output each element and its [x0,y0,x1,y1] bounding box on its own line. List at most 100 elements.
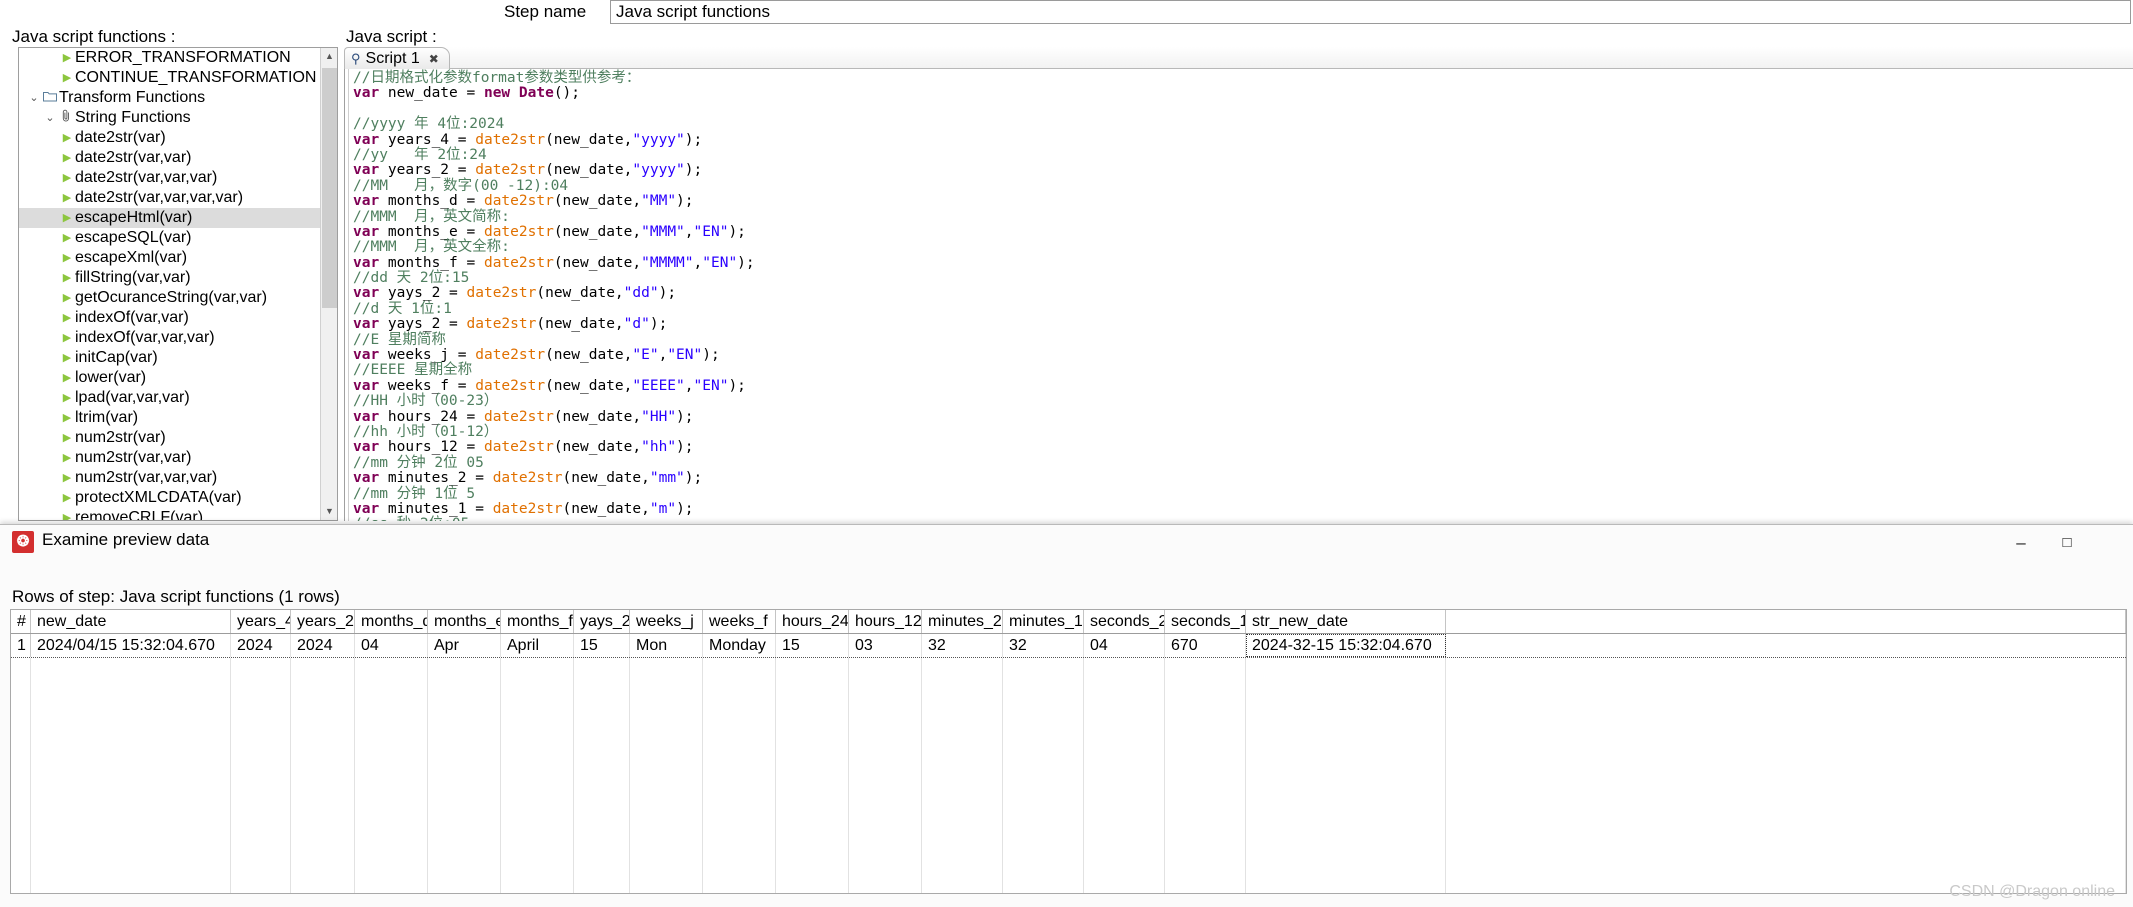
expand-arrow-icon[interactable]: ▶ [59,368,75,388]
grid-column-header[interactable]: months_d [355,610,428,633]
grid-column-header[interactable]: str_new_date [1246,610,1446,633]
table-cell[interactable]: 32 [1003,634,1084,657]
tree-item[interactable]: ▶ escapeSQL(var) [19,228,321,248]
tree-item[interactable]: ▶ lower(var) [19,368,321,388]
tree-item[interactable]: ▶ date2str(var,var,var,var) [19,188,321,208]
table-cell[interactable]: 670 [1165,634,1246,657]
tree-item[interactable]: ▶ date2str(var,var,var) [19,168,321,188]
expand-arrow-icon[interactable]: ▶ [59,148,75,168]
tree-item[interactable]: ▶ lpad(var,var,var) [19,388,321,408]
tab-script-1[interactable]: ⚲ Script 1 ✖ [344,47,450,69]
table-cell[interactable]: 03 [849,634,922,657]
expand-arrow-icon[interactable]: ▶ [59,408,75,428]
table-cell[interactable]: April [501,634,574,657]
tree-item[interactable]: ▶ num2str(var,var) [19,448,321,468]
table-cell[interactable]: 15 [776,634,849,657]
grid-body[interactable]: 1 2024/04/15 15:32:04.670 2024 2024 04 Apr Apr… [11,634,2126,893]
tree-item[interactable]: ▶ CONTINUE_TRANSFORMATION [19,68,321,88]
chevron-down-icon[interactable]: ⌄ [43,108,57,128]
expand-arrow-icon[interactable]: ▶ [59,228,75,248]
expand-arrow-icon[interactable]: ▶ [59,508,75,520]
expand-arrow-icon[interactable]: ▶ [59,128,75,148]
scroll-up-icon[interactable]: ▲ [321,48,337,65]
tree-item[interactable]: ⌄ Transform Functions [19,88,321,108]
grid-row-number-header[interactable]: # [11,610,31,633]
grid-column-header[interactable]: hours_12 [849,610,922,633]
table-row[interactable]: 1 2024/04/15 15:32:04.670 2024 2024 04 Apr Apr… [11,634,2126,658]
tree-item[interactable]: ⌄ String Functions [19,108,321,128]
expand-arrow-icon[interactable]: ▶ [59,448,75,468]
tree-item[interactable]: ▶ removeCRLF(var) [19,508,321,520]
tree-item[interactable]: ▶ num2str(var) [19,428,321,448]
expand-arrow-icon[interactable]: ▶ [59,388,75,408]
expand-arrow-icon[interactable]: ▶ [59,328,75,348]
js-functions-tree-panel[interactable]: ▶ ERROR_TRANSFORMATION ▶ CONTINUE_TRANSFORM… [18,47,338,521]
tree-item[interactable]: ▶ date2str(var,var) [19,148,321,168]
expand-arrow-icon[interactable]: ▶ [59,68,75,88]
expand-arrow-icon[interactable]: ▶ [59,348,75,368]
table-cell[interactable]: 15 [574,634,630,657]
tree-scrollbar[interactable]: ▲ ▼ [320,48,337,520]
code-editor[interactable]: //日期格式化参数format参数类型供参考： var new_date = ne… [344,69,2133,521]
grid-column-header[interactable]: months_e [428,610,501,633]
table-cell[interactable]: 2024 [291,634,355,657]
grid-column-header[interactable]: minutes_2 [922,610,1003,633]
expand-arrow-icon[interactable]: ▶ [59,488,75,508]
code-text[interactable]: //日期格式化参数format参数类型供参考： var new_date = ne… [353,70,2133,521]
expand-arrow-icon[interactable]: ▶ [59,168,75,188]
table-cell[interactable]: 32 [922,634,1003,657]
grid-column-header[interactable]: months_f [501,610,574,633]
chevron-down-icon[interactable]: ⌄ [27,88,41,108]
grid-column-header[interactable]: minutes_1 [1003,610,1084,633]
tree-item[interactable]: ▶ initCap(var) [19,348,321,368]
tree-item[interactable]: ▶ escapeHtml(var) [19,208,321,228]
table-cell[interactable]: Monday [703,634,776,657]
tree-item[interactable]: ▶ escapeXml(var) [19,248,321,268]
step-name-input[interactable] [610,0,2131,24]
tree-item[interactable]: ▶ indexOf(var,var,var) [19,328,321,348]
grid-column-header[interactable]: years_2 [291,610,355,633]
empty-cell [501,778,574,802]
js-functions-tree[interactable]: ▶ ERROR_TRANSFORMATION ▶ CONTINUE_TRANSFORM… [19,48,321,520]
tree-item[interactable]: ▶ num2str(var,var,var) [19,468,321,488]
tree-item[interactable]: ▶ indexOf(var,var) [19,308,321,328]
table-cell[interactable]: 04 [1084,634,1165,657]
tree-item[interactable]: ▶ ERROR_TRANSFORMATION [19,48,321,68]
grid-column-header[interactable]: new_date [31,610,231,633]
grid-column-header[interactable]: hours_24 [776,610,849,633]
expand-arrow-icon[interactable]: ▶ [59,308,75,328]
grid-column-header[interactable]: years_4 [231,610,291,633]
expand-arrow-icon[interactable]: ▶ [59,188,75,208]
minimize-icon[interactable]: – [1999,530,2043,556]
grid-column-header[interactable]: weeks_f [703,610,776,633]
grid-column-header[interactable]: seconds_1 [1165,610,1246,633]
expand-arrow-icon[interactable]: ▶ [59,288,75,308]
tree-item[interactable]: ▶ protectXMLCDATA(var) [19,488,321,508]
scroll-down-icon[interactable]: ▼ [321,503,337,520]
grid-column-header[interactable]: yays_2 [574,610,630,633]
expand-arrow-icon[interactable]: ▶ [59,468,75,488]
table-cell[interactable]: Mon [630,634,703,657]
table-cell[interactable]: 04 [355,634,428,657]
expand-arrow-icon[interactable]: ▶ [59,428,75,448]
tree-item[interactable]: ▶ date2str(var) [19,128,321,148]
expand-arrow-icon[interactable]: ▶ [59,48,75,68]
tree-item[interactable]: ▶ getOcuranceString(var,var) [19,288,321,308]
table-cell[interactable]: 2024-32-15 15:32:04.670 [1246,634,1446,657]
close-icon[interactable]: ✖ [429,52,439,66]
preview-data-grid[interactable]: # new_date years_4 years_2 months_d months_e m… [10,609,2127,894]
expand-arrow-icon[interactable]: ▶ [59,208,75,228]
table-cell[interactable]: 2024/04/15 15:32:04.670 [31,634,231,657]
empty-row-number [11,730,31,754]
maximize-icon[interactable]: □ [2045,530,2089,556]
grid-column-header[interactable]: weeks_j [630,610,703,633]
table-cell[interactable]: 2024 [231,634,291,657]
tree-item[interactable]: ▶ ltrim(var) [19,408,321,428]
tree-item[interactable]: ▶ fillString(var,var) [19,268,321,288]
expand-arrow-icon[interactable]: ▶ [59,248,75,268]
grid-column-header[interactable]: seconds_2 [1084,610,1165,633]
table-cell[interactable]: Apr [428,634,501,657]
expand-arrow-icon[interactable]: ▶ [59,268,75,288]
scrollbar-thumb[interactable] [322,68,337,308]
examine-preview-data-dialog: ❂ Examine preview data – □ Rows of step:… [0,524,2133,907]
